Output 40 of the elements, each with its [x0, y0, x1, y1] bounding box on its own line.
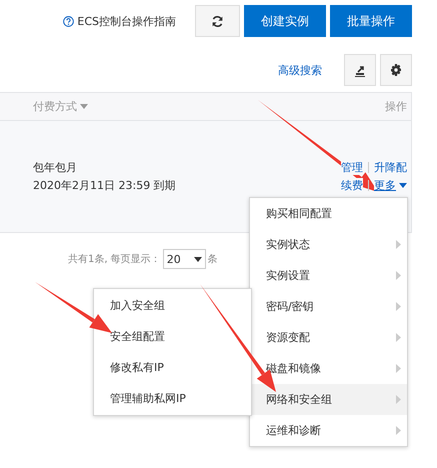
refresh-button[interactable]	[195, 5, 240, 37]
menu-item[interactable]: 购买相同配置	[250, 198, 407, 229]
refresh-icon	[211, 14, 224, 28]
pagination-summary: 共有1条, 每页显示：	[68, 252, 161, 266]
menu-item[interactable]: 运维和诊断	[250, 415, 407, 446]
pagination-unit: 条	[208, 253, 218, 266]
menu-item[interactable]: 修改私有IP	[94, 352, 251, 383]
action-link[interactable]: 续费	[341, 178, 363, 193]
chevron-right-icon	[396, 271, 401, 280]
advanced-search-link[interactable]: 高级搜索	[278, 62, 322, 78]
menu-item[interactable]: 实例设置	[250, 260, 407, 291]
action-link[interactable]: 升降配	[374, 160, 407, 175]
caret-icon	[194, 256, 202, 262]
settings-icon	[390, 64, 402, 76]
billing-text: 包年包月	[33, 160, 78, 175]
chevron-right-icon	[396, 302, 401, 311]
chevron-right-icon	[396, 364, 401, 373]
export-button[interactable]	[344, 54, 376, 86]
menu-item[interactable]: 实例状态	[250, 229, 407, 260]
more-dropdown[interactable]: 更多	[374, 178, 407, 193]
menu-item[interactable]: 安全组配置	[94, 321, 251, 352]
menu-item[interactable]: 管理辅助私网IP	[94, 383, 251, 414]
sort-caret-icon	[80, 104, 88, 109]
chevron-right-icon	[396, 333, 401, 342]
menu-item[interactable]: 网络和安全组	[250, 384, 407, 415]
toolbar-button[interactable]: 批量操作	[330, 5, 412, 37]
action-link[interactable]: 管理	[341, 160, 363, 175]
help-icon	[63, 16, 74, 26]
page-size-select[interactable]: 20	[162, 249, 206, 269]
help-link[interactable]: ECS控制台操作指南	[63, 14, 176, 28]
toolbar-button[interactable]: 创建实例	[244, 5, 326, 37]
chevron-right-icon	[396, 426, 401, 435]
column-header: 操作	[385, 99, 407, 114]
chevron-right-icon	[396, 240, 401, 249]
menu-item[interactable]: 加入安全组	[94, 290, 251, 321]
chevron-right-icon	[396, 395, 401, 404]
billing-text: 2020年2月11日 23:59 到期	[33, 178, 176, 193]
settings-button[interactable]	[380, 54, 412, 86]
export-icon	[354, 64, 366, 76]
caret-icon	[399, 183, 407, 188]
